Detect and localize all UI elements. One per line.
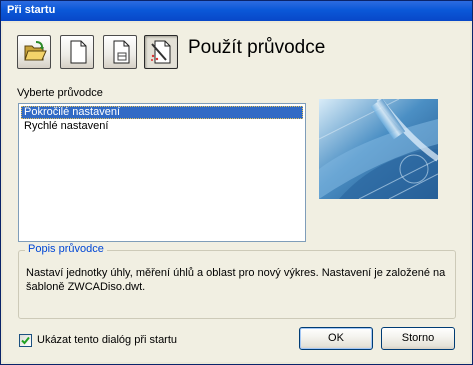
wizard-listbox[interactable]: Pokročilé nastavení Rychlé nastavení	[18, 103, 306, 242]
wizard-description: Nastaví jednotky úhly, měření úhlů a obl…	[26, 267, 446, 293]
title-bar[interactable]: Při startu	[1, 1, 472, 21]
dialog-content: Použít průvodce Vyberte průvodce Pokroči…	[3, 23, 470, 362]
wizard-select-label: Vyberte průvodce	[17, 87, 103, 99]
list-item[interactable]: Pokročilé nastavení	[21, 106, 303, 119]
show-on-startup-checkbox[interactable]	[19, 334, 32, 347]
cancel-button[interactable]: Storno	[381, 327, 455, 350]
dialog-window: Při startu Použít průvodce Vyberte průvo…	[0, 0, 473, 365]
window-title: Při startu	[7, 4, 56, 16]
list-item[interactable]: Rychlé nastavení	[21, 120, 303, 133]
description-group-label: Popis průvodce	[25, 243, 107, 255]
new-drawing-button[interactable]	[60, 35, 94, 69]
page-title: Použít průvodce	[188, 37, 326, 58]
checkmark-icon	[21, 336, 30, 345]
template-button[interactable]	[103, 35, 137, 69]
blueprint-preview-image	[319, 99, 438, 199]
open-drawing-button[interactable]	[17, 35, 51, 69]
ok-button[interactable]: OK	[299, 327, 373, 350]
show-on-startup-label[interactable]: Ukázat tento dialóg při startu	[37, 334, 177, 346]
use-wizard-button[interactable]	[144, 35, 178, 69]
